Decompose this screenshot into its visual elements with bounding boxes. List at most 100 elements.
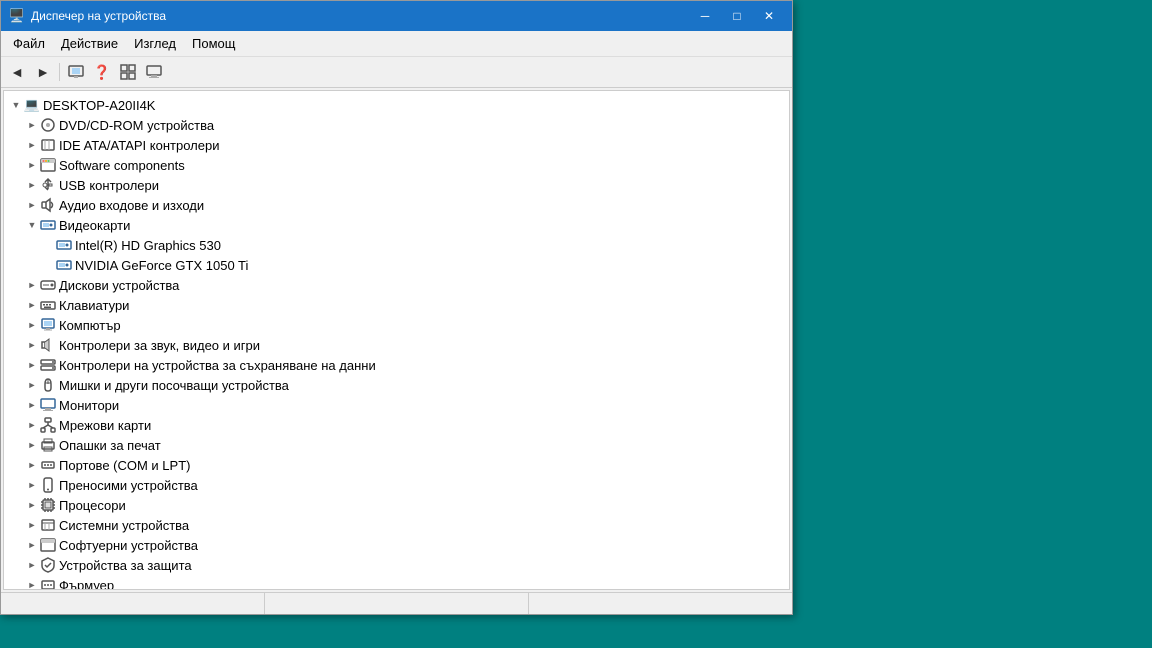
tree-item-portable[interactable]: Преносими устройства xyxy=(4,475,789,495)
chevron-system-dev xyxy=(24,517,40,533)
chevron-keyboard xyxy=(24,297,40,313)
icon-network xyxy=(40,417,56,433)
tree-item-mouse[interactable]: Мишки и други посочващи устройства xyxy=(4,375,789,395)
tree-item-keyboard[interactable]: Клавиатури xyxy=(4,295,789,315)
tree-item-ide[interactable]: IDE ATA/ATAPI контролери xyxy=(4,135,789,155)
label-video: Видеокарти xyxy=(59,218,130,233)
chevron-software-dev xyxy=(24,537,40,553)
tree-item-disk[interactable]: Дискови устройства xyxy=(4,275,789,295)
titlebar: 🖥️ Диспечер на устройства ─ □ ✕ xyxy=(1,1,792,31)
label-disk: Дискови устройства xyxy=(59,278,179,293)
chevron-firmware xyxy=(24,577,40,590)
device-tree: 💻 DESKTOP-A20II4K DVD/CD-ROM устройства … xyxy=(4,91,789,590)
tree-item-software-dev[interactable]: Софтуерни устройства xyxy=(4,535,789,555)
icon-portable xyxy=(40,477,56,493)
icon-printers xyxy=(40,437,56,453)
tree-item-firmware[interactable]: Фърмуер xyxy=(4,575,789,590)
tree-item-intel-gpu[interactable]: Intel(R) HD Graphics 530 xyxy=(4,235,789,255)
tree-item-dvd[interactable]: DVD/CD-ROM устройства xyxy=(4,115,789,135)
show-devices-button[interactable] xyxy=(64,60,88,84)
menu-help[interactable]: Помощ xyxy=(184,33,243,54)
label-firmware: Фърмуер xyxy=(59,578,114,591)
icon-mouse xyxy=(40,377,56,393)
label-nvidia-gpu: NVIDIA GeForce GTX 1050 Ti xyxy=(75,258,248,273)
icon-sound-ctrl xyxy=(40,337,56,353)
minimize-button[interactable]: ─ xyxy=(690,6,720,26)
icon-dvd xyxy=(40,117,56,133)
icon-firmware xyxy=(40,577,56,590)
icon-intel-gpu xyxy=(56,237,72,253)
chevron-printers xyxy=(24,437,40,453)
tree-item-root[interactable]: 💻 DESKTOP-A20II4K xyxy=(4,95,789,115)
tree-item-video[interactable]: Видеокарти xyxy=(4,215,789,235)
menu-action[interactable]: Действие xyxy=(53,33,126,54)
tree-item-printers[interactable]: Опашки за печат xyxy=(4,435,789,455)
chevron-network xyxy=(24,417,40,433)
label-security: Устройства за защита xyxy=(59,558,192,573)
chevron-processors xyxy=(24,497,40,513)
tree-item-usb[interactable]: USB контролери xyxy=(4,175,789,195)
tree-item-audio[interactable]: Аудио входове и изходи xyxy=(4,195,789,215)
chevron-sound-ctrl xyxy=(24,337,40,353)
label-software-dev: Софтуерни устройства xyxy=(59,538,198,553)
menubar: Файл Действие Изглед Помощ xyxy=(1,31,792,57)
label-processors: Процесори xyxy=(59,498,126,513)
tree-item-security[interactable]: Устройства за защита xyxy=(4,555,789,575)
label-system-dev: Системни устройства xyxy=(59,518,189,533)
toolbar: ◄ ► ❓ xyxy=(1,57,792,88)
label-dvd: DVD/CD-ROM устройства xyxy=(59,118,214,133)
label-monitors: Монитори xyxy=(59,398,119,413)
icon-processors xyxy=(40,497,56,513)
tree-item-storage-ctrl[interactable]: Контролери на устройства за съхраняване … xyxy=(4,355,789,375)
tree-item-nvidia-gpu[interactable]: NVIDIA GeForce GTX 1050 Ti xyxy=(4,255,789,275)
chevron-ide xyxy=(24,137,40,153)
tree-item-network[interactable]: Мрежови карти xyxy=(4,415,789,435)
icon-nvidia-gpu xyxy=(56,257,72,273)
chevron-monitors xyxy=(24,397,40,413)
tree-item-sound-ctrl[interactable]: Контролери за звук, видео и игри xyxy=(4,335,789,355)
icon-ports xyxy=(40,457,56,473)
tree-item-system-dev[interactable]: Системни устройства xyxy=(4,515,789,535)
tree-item-software[interactable]: Software components xyxy=(4,155,789,175)
icon-software xyxy=(40,157,56,173)
forward-button[interactable]: ► xyxy=(31,60,55,84)
label-audio: Аудио входове и изходи xyxy=(59,198,204,213)
maximize-button[interactable]: □ xyxy=(722,6,752,26)
device-tree-container[interactable]: 💻 DESKTOP-A20II4K DVD/CD-ROM устройства … xyxy=(3,90,790,590)
chevron-usb xyxy=(24,177,40,193)
chevron-storage-ctrl xyxy=(24,357,40,373)
chevron-ports xyxy=(24,457,40,473)
tree-item-ports[interactable]: Портове (COM и LPT) xyxy=(4,455,789,475)
chevron-intel-gpu xyxy=(40,237,56,253)
chevron-security xyxy=(24,557,40,573)
titlebar-title: Диспечер на устройства xyxy=(31,9,690,23)
icon-software-dev xyxy=(40,537,56,553)
label-ports: Портове (COM и LPT) xyxy=(59,458,190,473)
menu-file[interactable]: Файл xyxy=(5,33,53,54)
back-button[interactable]: ◄ xyxy=(5,60,29,84)
statusbar-section-3 xyxy=(529,593,792,614)
label-sound-ctrl: Контролери за звук, видео и игри xyxy=(59,338,260,353)
chevron-portable xyxy=(24,477,40,493)
label-portable: Преносими устройства xyxy=(59,478,198,493)
chevron-audio xyxy=(24,197,40,213)
chevron-software xyxy=(24,157,40,173)
tree-item-processors[interactable]: Процесори xyxy=(4,495,789,515)
monitor-button[interactable] xyxy=(142,60,166,84)
menu-view[interactable]: Изглед xyxy=(126,33,184,54)
help-button[interactable]: ❓ xyxy=(90,60,114,84)
label-printers: Опашки за печат xyxy=(59,438,161,453)
icon-security xyxy=(40,557,56,573)
statusbar-section-1 xyxy=(1,593,265,614)
icon-disk xyxy=(40,277,56,293)
tree-item-computer[interactable]: Компютър xyxy=(4,315,789,335)
tree-item-monitors[interactable]: Монитори xyxy=(4,395,789,415)
label-keyboard: Клавиатури xyxy=(59,298,129,313)
titlebar-controls: ─ □ ✕ xyxy=(690,6,784,26)
icon-ide xyxy=(40,137,56,153)
close-button[interactable]: ✕ xyxy=(754,6,784,26)
label-root: DESKTOP-A20II4K xyxy=(43,98,155,113)
view-button[interactable] xyxy=(116,60,140,84)
label-mouse: Мишки и други посочващи устройства xyxy=(59,378,289,393)
icon-storage-ctrl xyxy=(40,357,56,373)
